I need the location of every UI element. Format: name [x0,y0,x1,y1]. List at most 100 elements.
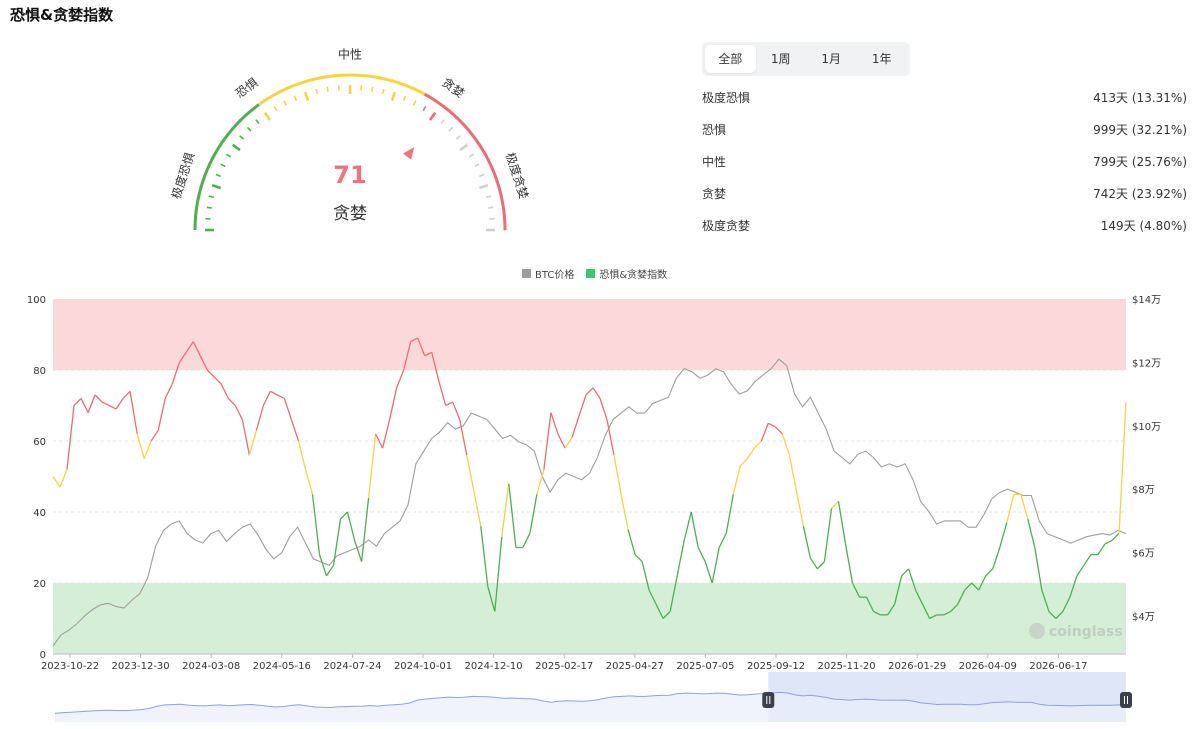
y-right-tick-label: $10万 [1132,422,1161,433]
gauge-arc-segment [455,115,461,122]
gauge-arc-segment [461,122,468,129]
index-segment [816,561,825,570]
index-segment [823,508,833,562]
index-segment [627,529,636,555]
index-segment [1020,494,1029,520]
legend-swatch [586,269,596,278]
legend-item-index[interactable]: 恐惧&贪婪指数 [586,266,667,281]
index-segment [136,433,145,459]
index-segment [290,419,300,442]
tab-all[interactable]: 全部 [705,45,756,73]
gauge-arc-segment [415,88,422,94]
gauge-tick [479,173,485,178]
index-segment [585,387,594,396]
gauge-arc-segment [239,115,246,122]
index-segment [318,554,328,577]
index-segment [613,455,622,495]
gauge-arc-segment [217,141,224,148]
y-right-tick-label: $14万 [1132,295,1161,306]
index-segment [550,412,559,435]
gauge-zone-label: 恐惧 [232,74,260,100]
index-segment [340,511,348,520]
index-segment [746,447,755,460]
gauge-tick [231,143,241,152]
index-segment [620,494,629,530]
index-segment [1083,554,1092,566]
y-left-tick-label: 80 [33,366,46,377]
stat-value: 799天 (25.76%) [1093,155,1187,169]
index-segment [52,476,61,488]
y-right-tick-label: $4万 [1132,612,1155,623]
gauge-arc-segment [301,79,308,85]
tab-1-year[interactable]: 1年 [857,45,908,73]
index-segment [1027,518,1036,548]
index-segment [277,394,285,399]
range-navigator[interactable] [0,668,1200,729]
index-segment [346,511,356,541]
index-segment [718,533,727,548]
gauge-arc-segment [196,195,201,202]
navigator-handle-left[interactable] [762,692,775,708]
gauge-arc-segment [232,122,239,129]
stat-label: 恐惧 [702,123,727,137]
y-right-tick-label: $12万 [1132,358,1161,369]
gauge-arc-segment [465,126,471,133]
gauge-arc-segment [212,150,219,157]
gauge-arc-segment [484,154,490,161]
legend-item-btc[interactable]: BTC价格 [522,266,574,281]
index-segment [94,394,103,403]
gauge-arc-segment [325,74,332,79]
index-segment [992,547,1001,570]
gauge-tick [303,91,310,102]
gauge-tick [412,100,417,106]
gauge-arc-segment [423,92,430,99]
index-segment [262,391,271,406]
gauge-arc-segment [206,163,212,170]
index-segment [101,401,110,407]
index-segment [571,415,580,438]
chart-legend: BTC价格 恐惧&贪婪指数 [522,266,667,281]
tab-1-month[interactable]: 1月 [806,45,857,73]
index-segment [999,522,1008,548]
stat-label: 极度恐惧 [702,91,751,105]
gauge-tick [381,88,385,95]
index-segment [164,383,173,399]
gauge-tick [422,105,427,112]
gauge-arc-segment [502,210,506,216]
y-left-tick-label: 40 [33,508,46,519]
gauge-arc-segment [235,119,242,125]
gauge-arc-segment [432,97,439,104]
gauge-tick [293,95,298,101]
index-segment [837,501,847,545]
tab-1-week[interactable]: 1周 [756,45,807,73]
gauge-arc-segment [208,158,214,165]
gauge-arc-segment [436,100,443,106]
index-segment [536,469,545,495]
gauge-arc-segment [428,95,435,101]
gauge-zone-label: 极度恐惧 [168,150,197,200]
index-segment [445,401,453,407]
gauge-arc-segment [451,112,458,119]
navigator-handle-right[interactable] [1120,692,1132,708]
index-segment [732,465,741,495]
gauge-tick [474,163,480,168]
gauge-arc-segment [494,177,499,183]
gauge-arc-segment [392,79,399,85]
legend-swatch [522,269,531,278]
watermark-text: coinglass [1049,624,1123,640]
index-segment [697,547,706,562]
fear-greed-chart: 020406080100$4万$6万$8万$10万$12万$14万2023-10… [27,295,1161,670]
gauge-arc-segment [378,76,385,81]
index-segment [129,391,138,435]
gauge-arc-segment [210,154,216,161]
y-left-tick-label: 60 [33,437,46,448]
gauge-arc-segment [397,81,404,86]
gauge-zone-label: 中性 [338,47,362,62]
gauge-arc-segment [306,78,313,83]
gauge-arc-segment [223,133,229,140]
gauge-arc-segment [266,95,273,101]
gauge-arc-segment [242,112,249,119]
index-segment [59,469,68,488]
index-segment [452,401,461,420]
index-segment [529,494,538,534]
